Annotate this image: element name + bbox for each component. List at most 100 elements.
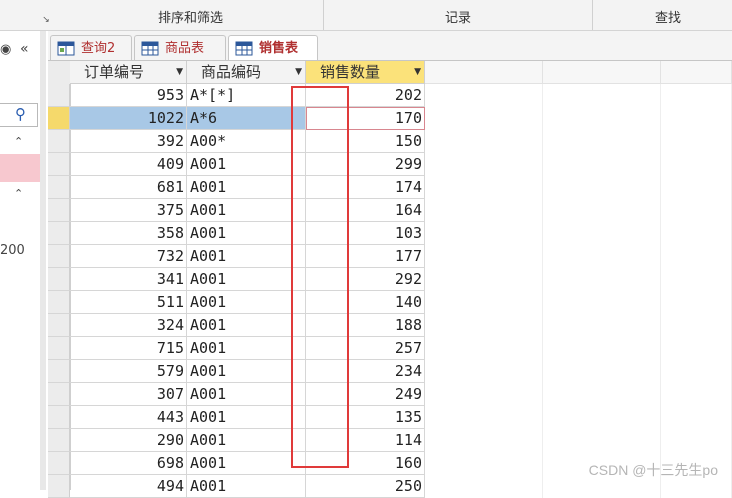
cell-order-id[interactable]: 732 (70, 245, 187, 268)
table-row[interactable]: 375 A001 164 (48, 199, 732, 222)
cell-sales-qty[interactable]: 140 (306, 291, 425, 314)
cell-sales-qty[interactable]: 164 (306, 199, 425, 222)
tab-query2[interactable]: 查询2 (50, 35, 132, 62)
table-row[interactable]: 443 A001 135 (48, 406, 732, 429)
cell-sales-qty[interactable]: 257 (306, 337, 425, 360)
cell-sales-qty[interactable]: 249 (306, 383, 425, 406)
cell-sales-qty[interactable]: 103 (306, 222, 425, 245)
collapse-pane-icon[interactable]: « (20, 41, 29, 57)
cell-order-id[interactable]: 494 (70, 475, 187, 498)
record-selector[interactable] (48, 429, 70, 452)
cell-order-id[interactable]: 375 (70, 199, 187, 222)
column-header-order-id[interactable]: 订单编号 ▼ (70, 61, 187, 84)
table-row[interactable]: 681 A001 174 (48, 176, 732, 199)
cell-product-code[interactable]: A001 (187, 383, 306, 406)
table-row[interactable]: 324 A001 188 (48, 314, 732, 337)
table-row[interactable]: 409 A001 299 (48, 153, 732, 176)
dropdown-arrow-icon[interactable]: ▼ (414, 61, 421, 84)
column-header-sales-qty[interactable]: 销售数量 ▼ (306, 61, 425, 84)
cell-product-code[interactable]: A00* (187, 130, 306, 153)
record-selector[interactable] (48, 337, 70, 360)
filter-dropdown-icon[interactable]: ▼ (295, 61, 302, 84)
search-icon[interactable]: ⚲ (15, 105, 26, 123)
nav-search-input[interactable]: ⚲ (0, 103, 38, 127)
table-row[interactable]: 290 A001 114 (48, 429, 732, 452)
cell-sales-qty[interactable]: 170 (306, 107, 425, 130)
dropdown-arrow-icon[interactable]: ▼ (176, 61, 183, 84)
cell-order-id[interactable]: 341 (70, 268, 187, 291)
cell-order-id[interactable]: 307 (70, 383, 187, 406)
record-selector[interactable] (48, 452, 70, 475)
record-selector[interactable] (48, 130, 70, 153)
cell-sales-qty[interactable]: 114 (306, 429, 425, 452)
cell-sales-qty[interactable]: 160 (306, 452, 425, 475)
cell-order-id[interactable]: 358 (70, 222, 187, 245)
table-row[interactable]: 1022 A*6 170 (48, 107, 732, 130)
cell-sales-qty[interactable]: 292 (306, 268, 425, 291)
dialog-launcher-icon[interactable]: ↘ (40, 14, 52, 26)
record-selector[interactable] (48, 406, 70, 429)
cell-product-code[interactable]: A001 (187, 291, 306, 314)
cell-order-id[interactable]: 579 (70, 360, 187, 383)
table-row[interactable]: 358 A001 103 (48, 222, 732, 245)
record-selector[interactable] (48, 199, 70, 222)
cell-order-id[interactable]: 409 (70, 153, 187, 176)
record-selector[interactable] (48, 475, 70, 498)
cell-product-code[interactable]: A001 (187, 176, 306, 199)
cell-product-code[interactable]: A001 (187, 475, 306, 498)
table-row[interactable]: 511 A001 140 (48, 291, 732, 314)
record-selector[interactable] (48, 383, 70, 406)
cell-order-id[interactable]: 290 (70, 429, 187, 452)
cell-product-code[interactable]: A001 (187, 268, 306, 291)
cell-product-code[interactable]: A001 (187, 360, 306, 383)
cell-product-code[interactable]: A001 (187, 452, 306, 475)
cell-product-code[interactable]: A001 (187, 245, 306, 268)
record-selector[interactable] (48, 268, 70, 291)
record-selector[interactable] (48, 360, 70, 383)
cell-product-code[interactable]: A001 (187, 406, 306, 429)
table-row[interactable]: 579 A001 234 (48, 360, 732, 383)
cell-order-id[interactable]: 392 (70, 130, 187, 153)
table-row[interactable]: 307 A001 249 (48, 383, 732, 406)
cell-product-code[interactable]: A001 (187, 222, 306, 245)
cell-sales-qty[interactable]: 234 (306, 360, 425, 383)
pane-splitter[interactable] (40, 31, 46, 490)
group-collapse-icon[interactable]: ⌃ (14, 187, 23, 200)
table-row[interactable]: 732 A001 177 (48, 245, 732, 268)
cell-sales-qty[interactable]: 202 (306, 84, 425, 107)
table-row[interactable]: 392 A00* 150 (48, 130, 732, 153)
record-selector[interactable] (48, 314, 70, 337)
cell-order-id[interactable]: 681 (70, 176, 187, 199)
cell-sales-qty[interactable]: 188 (306, 314, 425, 337)
column-header-product-code[interactable]: 商品编码 ▼ (187, 61, 306, 84)
selected-nav-item[interactable] (0, 154, 40, 182)
cell-product-code[interactable]: A001 (187, 337, 306, 360)
cell-sales-qty[interactable]: 150 (306, 130, 425, 153)
record-selector[interactable] (48, 84, 70, 107)
table-row[interactable]: 715 A001 257 (48, 337, 732, 360)
table-row[interactable]: 341 A001 292 (48, 268, 732, 291)
cell-sales-qty[interactable]: 250 (306, 475, 425, 498)
cell-product-code[interactable]: A001 (187, 153, 306, 176)
cell-product-code[interactable]: A*6 (187, 107, 306, 130)
tab-products-table[interactable]: 商品表 (134, 35, 226, 62)
cell-sales-qty[interactable]: 177 (306, 245, 425, 268)
table-row[interactable]: 953 A*[*] 202 (48, 84, 732, 107)
cell-product-code[interactable]: A*[*] (187, 84, 306, 107)
cell-sales-qty[interactable]: 174 (306, 176, 425, 199)
cell-sales-qty[interactable]: 299 (306, 153, 425, 176)
cell-order-id[interactable]: 715 (70, 337, 187, 360)
cell-order-id[interactable]: 443 (70, 406, 187, 429)
record-selector[interactable] (48, 153, 70, 176)
cell-order-id[interactable]: 1022 (70, 107, 187, 130)
cell-product-code[interactable]: A001 (187, 199, 306, 222)
record-selector[interactable] (48, 291, 70, 314)
cell-product-code[interactable]: A001 (187, 314, 306, 337)
cell-order-id[interactable]: 953 (70, 84, 187, 107)
cell-sales-qty[interactable]: 135 (306, 406, 425, 429)
nav-menu-icon[interactable]: ◉ (0, 42, 11, 57)
record-selector[interactable] (48, 245, 70, 268)
cell-product-code[interactable]: A001 (187, 429, 306, 452)
record-selector[interactable] (48, 222, 70, 245)
cell-order-id[interactable]: 324 (70, 314, 187, 337)
